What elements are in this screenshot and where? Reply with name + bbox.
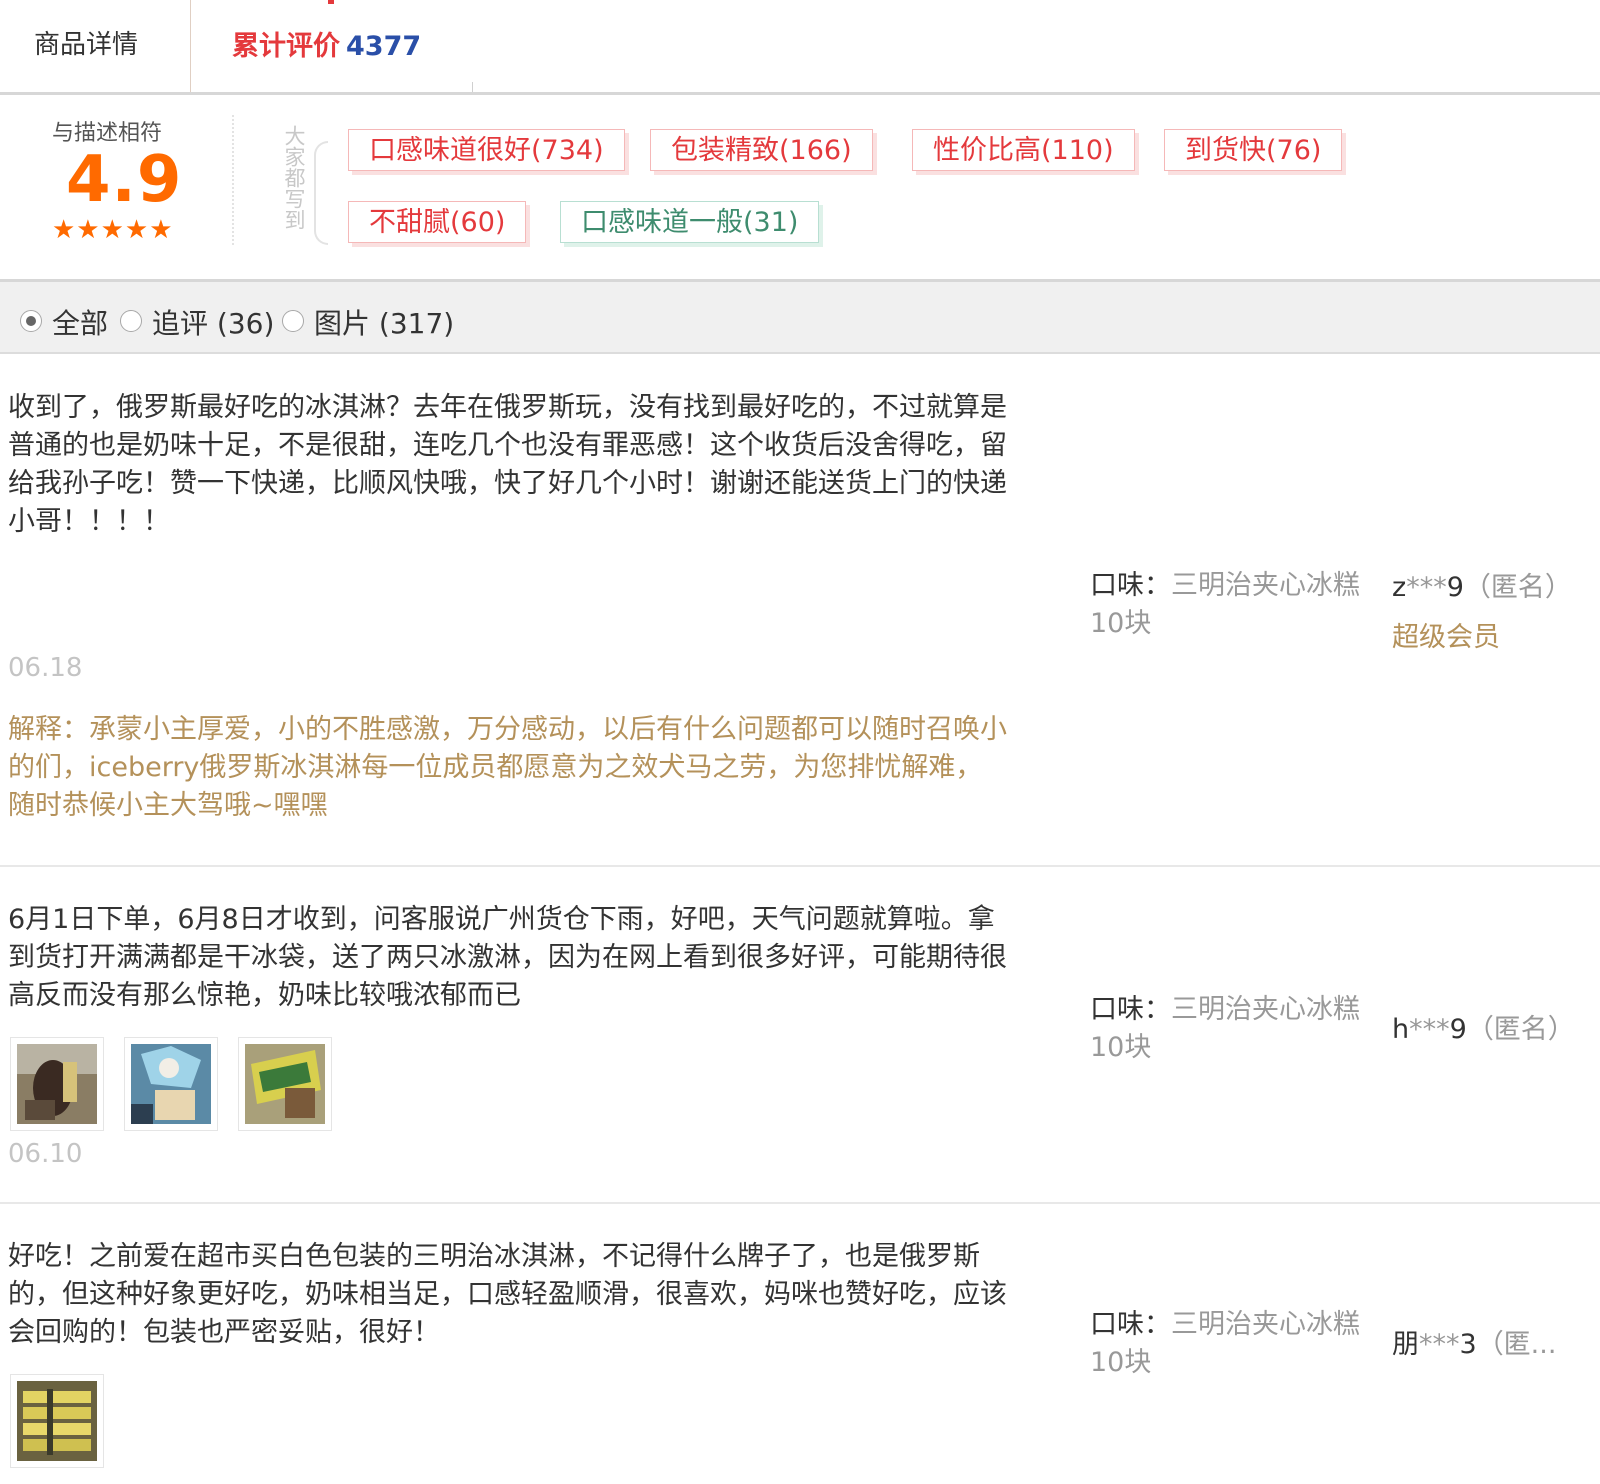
review-date: 06.18 xyxy=(8,653,83,683)
review-tag[interactable]: 不甜腻(60) xyxy=(348,201,527,243)
tab-bar: 商品详情 累计评价 4377 xyxy=(0,0,1600,95)
reviewer-mask: *** xyxy=(1406,572,1447,603)
filter-photos-label[interactable]: 图片 (317) xyxy=(314,302,454,342)
ice-cream-wrapper-photo xyxy=(245,1044,325,1124)
reviewer-name: 朋***3（匿... xyxy=(1392,1326,1597,1364)
tab-reviews-count: 4377 xyxy=(346,31,422,62)
member-badge: 超级会员 xyxy=(1392,622,1500,653)
filter-all-label[interactable]: 全部 xyxy=(52,302,108,342)
tags-heading: 大家都写到 xyxy=(282,125,306,230)
rating-divider xyxy=(232,115,234,245)
ice-cream-bar-photo xyxy=(17,1044,97,1124)
review-tag[interactable]: 到货快(76) xyxy=(1164,129,1343,171)
rating-score: 4.9 xyxy=(66,143,183,217)
filter-all-radio[interactable] xyxy=(20,310,42,332)
review-sku: 口味：三明治夹心冰糕10块 xyxy=(1090,567,1370,643)
review-sku: 口味：三明治夹心冰糕10块 xyxy=(1090,1306,1370,1382)
review-photo-thumbnail[interactable] xyxy=(124,1037,218,1131)
tab-reviews[interactable]: 累计评价 4377 xyxy=(232,24,421,63)
reviewer-suffix: 3 xyxy=(1459,1329,1477,1360)
filter-followup-label[interactable]: 追评 (36) xyxy=(152,302,274,342)
review-item: 收到了，俄罗斯最好吃的冰淇淋？去年在俄罗斯玩，没有找到最好吃的，不过就算是普通的… xyxy=(0,353,1600,867)
tab-tick-divider xyxy=(472,82,473,92)
review-item: 好吃！之前爱在超市买白色包装的三明治冰淇淋，不记得什么牌子了，也是俄罗斯的，但这… xyxy=(0,1204,1600,1484)
review-text: 6月1日下单，6月8日才收到，问客服说广州货仓下雨，好吧，天气问题就算啦。拿到货… xyxy=(8,904,1007,1011)
reviewer-prefix: z xyxy=(1392,572,1407,603)
review-item: 6月1日下单，6月8日才收到，问客服说广州货仓下雨，好吧，天气问题就算啦。拿到货… xyxy=(0,867,1600,1204)
active-tab-accent xyxy=(328,0,334,4)
tab-divider xyxy=(190,0,191,92)
filter-photos-radio[interactable] xyxy=(282,310,304,332)
reviewer-suffix: 9 xyxy=(1449,1014,1467,1045)
review-tag[interactable]: 性价比高(110) xyxy=(912,129,1135,171)
review-text: 收到了，俄罗斯最好吃的冰淇淋？去年在俄罗斯玩，没有找到最好吃的，不过就算是普通的… xyxy=(8,392,1007,537)
reviewer-prefix: h xyxy=(1392,1014,1410,1045)
review-text: 好吃！之前爱在超市买白色包装的三明治冰淇淋，不记得什么牌子了，也是俄罗斯的，但这… xyxy=(8,1241,1007,1348)
sku-label: 口味： xyxy=(1090,1309,1171,1340)
tab-reviews-label: 累计评价 xyxy=(232,31,340,62)
tab-product-details[interactable]: 商品详情 xyxy=(34,24,138,61)
rating-summary: 与描述相符 4.9 ★★★★★ 大家都写到 口感味道很好(734) 包装精致(1… xyxy=(0,95,1600,282)
review-sku: 口味：三明治夹心冰糕10块 xyxy=(1090,991,1370,1067)
review-tag[interactable]: 口感味道一般(31) xyxy=(560,201,820,243)
reviewer-suffix: 9 xyxy=(1446,572,1464,603)
reviewer-mask: *** xyxy=(1419,1329,1460,1360)
ice-cream-packaging-photo xyxy=(131,1044,211,1124)
reviewer-name: h***9（匿名） xyxy=(1392,1011,1597,1049)
ice-cream-box-photo xyxy=(17,1381,97,1461)
review-tag[interactable]: 包装精致(166) xyxy=(650,129,873,171)
sku-label: 口味： xyxy=(1090,994,1171,1025)
reviewer-anon: （匿名） xyxy=(1463,572,1572,603)
review-tag[interactable]: 口感味道很好(734) xyxy=(348,129,625,171)
review-filter-bar: 全部 追评 (36) 图片 (317) xyxy=(0,282,1600,354)
reviewer-name: z***9（匿名） xyxy=(1392,569,1597,607)
reviewer-mask: *** xyxy=(1409,1014,1450,1045)
review-photo-thumbnail[interactable] xyxy=(238,1037,332,1131)
brace-icon xyxy=(314,141,328,245)
filter-followup-radio[interactable] xyxy=(120,310,142,332)
star-rating-icon: ★★★★★ xyxy=(52,215,174,245)
reviewer-anon: （匿... xyxy=(1476,1329,1557,1360)
seller-reply: 解释：承蒙小主厚爱，小的不胜感激，万分感动，以后有什么问题都可以随时召唤小的们，… xyxy=(8,714,1007,821)
reviewer-anon: （匿名） xyxy=(1466,1014,1575,1045)
reviewer-prefix: 朋 xyxy=(1392,1329,1419,1360)
review-photo-thumbnail[interactable] xyxy=(10,1374,104,1468)
sku-label: 口味： xyxy=(1090,570,1171,601)
review-date: 06.10 xyxy=(8,1139,83,1169)
review-photo-thumbnail[interactable] xyxy=(10,1037,104,1131)
